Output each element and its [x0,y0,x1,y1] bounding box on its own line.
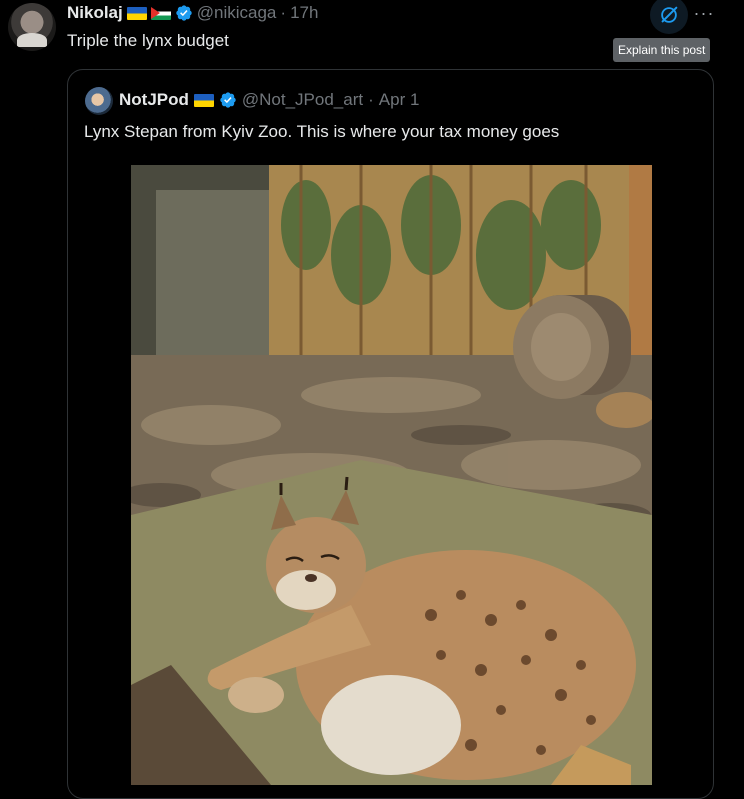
lynx-photo[interactable] [131,165,652,785]
grok-button[interactable] [650,0,688,34]
verified-badge-icon [176,5,192,21]
quoted-author-avatar[interactable] [85,87,113,115]
quoted-date[interactable]: Apr 1 [379,90,420,110]
quoted-author-handle[interactable]: @Not_JPod_art [242,90,363,110]
author-handle[interactable]: @nikicaga [197,3,277,23]
grok-slash-icon [661,6,678,23]
quoted-text: Lynx Stepan from Kyiv Zoo. This is where… [84,122,560,141]
verified-badge-icon [220,92,236,108]
ukraine-flag-icon [193,93,214,107]
author-avatar[interactable] [8,3,56,51]
tweet-text: Triple the lynx budget [67,31,229,50]
explain-post-tooltip: Explain this post [613,38,711,62]
time-separator: · [280,3,287,22]
date-separator: · [368,90,374,109]
quoted-header: NotJPod @Not_JPod_art · Apr 1 [119,90,419,110]
more-options-button[interactable]: ··· [690,3,718,23]
quoted-post[interactable]: NotJPod @Not_JPod_art · Apr 1 Lynx Stepa… [67,69,714,799]
quoted-author-name[interactable]: NotJPod [119,90,189,110]
palestine-flag-icon [150,6,171,20]
lynx-photo-illustration [131,165,652,785]
ukraine-flag-icon [126,6,147,20]
tweet-time[interactable]: 17h [290,3,318,23]
author-name[interactable]: Nikolaj [67,3,123,23]
tweet-header: Nikolaj @nikicaga · 17h [67,3,318,23]
